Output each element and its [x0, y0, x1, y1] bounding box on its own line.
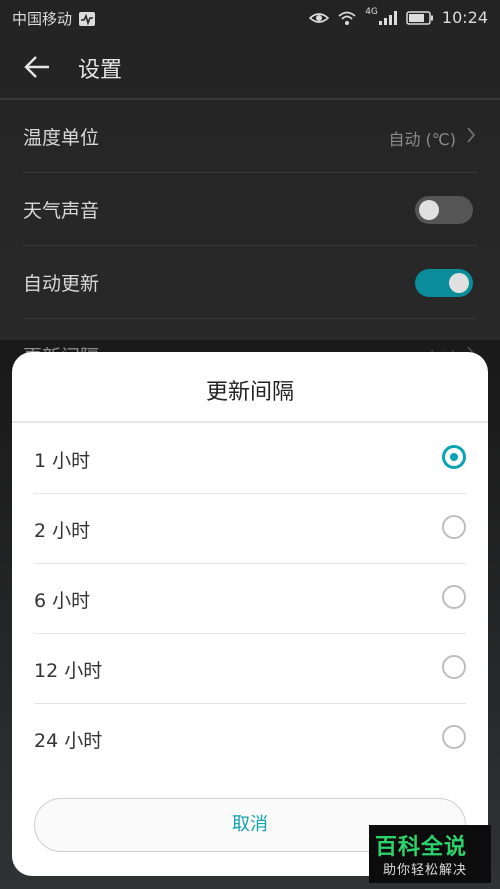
option-label: 24 小时	[34, 730, 103, 752]
toggle-knob	[449, 273, 469, 293]
radio-button[interactable]	[442, 585, 466, 609]
option-label: 2 小时	[34, 520, 91, 542]
update-interval-dialog: 更新间隔 1 小时 2 小时 6 小时 12 小时 24 小时 取消	[12, 352, 488, 876]
signal-icon	[378, 10, 397, 25]
carrier-name: 中国移动	[12, 10, 73, 28]
weather-sound-toggle[interactable]	[415, 196, 473, 224]
radio-button[interactable]	[442, 445, 466, 469]
chevron-right-icon	[467, 127, 476, 143]
interval-option-6h[interactable]: 6 小时	[34, 564, 466, 634]
interval-option-2h[interactable]: 2 小时	[34, 494, 466, 564]
page-title: 设置	[78, 58, 123, 83]
setting-value: 自动 (℃)	[388, 130, 456, 149]
eye-icon	[309, 12, 330, 23]
setting-label: 自动更新	[23, 273, 100, 295]
interval-option-24h[interactable]: 24 小时	[34, 704, 466, 774]
setting-label: 温度单位	[23, 127, 100, 149]
option-label: 6 小时	[34, 590, 91, 612]
radio-button[interactable]	[442, 725, 466, 749]
watermark-logo: 百科全说 助你轻松解决	[369, 825, 491, 883]
dialog-title: 更新间隔	[205, 380, 294, 405]
toggle-knob	[419, 200, 439, 220]
clock: 10:24	[441, 8, 488, 27]
interval-option-1h[interactable]: 1 小时	[34, 424, 466, 494]
app-bar: 设置	[0, 34, 500, 98]
wifi-icon	[338, 11, 356, 25]
status-bar: 中国移动 4G 10:24	[0, 0, 500, 34]
activity-icon	[79, 11, 96, 26]
watermark-subtitle: 助你轻松解决	[383, 863, 468, 878]
setting-auto-update[interactable]: 自动更新	[0, 246, 500, 319]
setting-weather-sound[interactable]: 天气声音	[0, 173, 500, 246]
radio-button[interactable]	[442, 655, 466, 679]
auto-update-toggle[interactable]	[415, 269, 473, 297]
back-arrow-icon[interactable]	[22, 52, 52, 82]
setting-temperature-unit[interactable]: 温度单位 自动 (℃)	[0, 100, 500, 173]
option-label: 12 小时	[34, 660, 103, 682]
network-type: 4G	[365, 6, 378, 17]
interval-option-12h[interactable]: 12 小时	[34, 634, 466, 704]
battery-icon	[406, 10, 433, 25]
option-label: 1 小时	[34, 450, 91, 472]
setting-label: 天气声音	[23, 200, 100, 222]
dialog-title-divider	[12, 421, 488, 423]
watermark-title: 百科全说	[375, 835, 468, 860]
radio-button[interactable]	[442, 515, 466, 539]
